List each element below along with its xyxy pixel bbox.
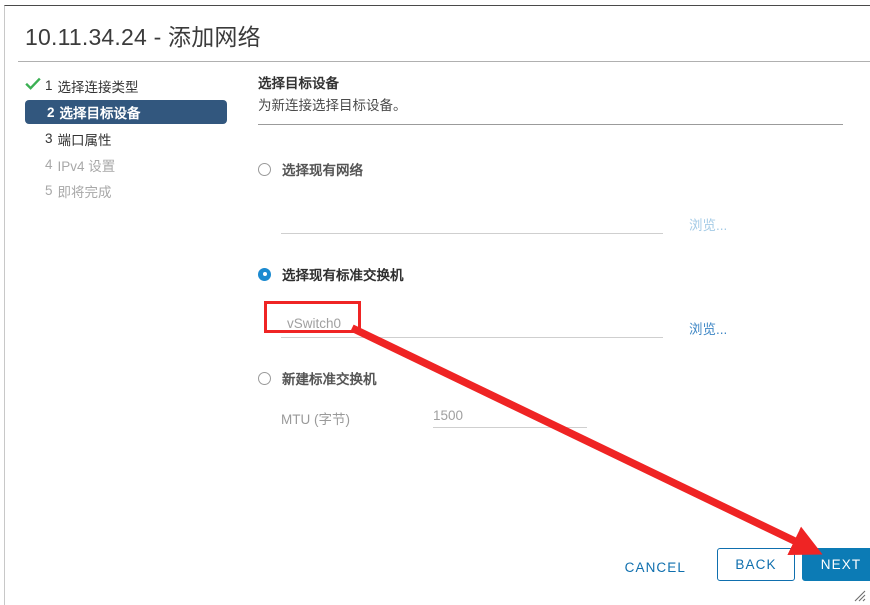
dialog-title-bar: 10.11.34.24 - 添加网络	[25, 22, 725, 56]
standard-switch-input-value[interactable]: vSwitch0	[287, 316, 341, 331]
content-title: 选择目标设备	[258, 76, 339, 91]
step-number: 3	[45, 131, 53, 146]
next-button[interactable]: NEXT	[802, 548, 870, 581]
add-network-dialog: 10.11.34.24 - 添加网络 1 选择连接类型 2 选择目标设备 3 端	[4, 5, 870, 605]
radio-existing-network[interactable]: 选择现有网络	[258, 159, 363, 179]
page-title: 10.11.34.24 - 添加网络	[25, 24, 261, 50]
screenshot-root: 10.11.34.24 - 添加网络 1 选择连接类型 2 选择目标设备 3 端	[0, 0, 870, 605]
step-label: 选择目标设备	[59, 106, 141, 121]
step-label: 端口属性	[57, 132, 112, 148]
mtu-input-underline[interactable]	[433, 427, 587, 428]
step-number: 4	[45, 157, 53, 172]
radio-circle-icon[interactable]	[258, 267, 271, 281]
content-divider	[258, 124, 843, 125]
resize-grip-icon[interactable]	[852, 588, 866, 602]
step-number: 5	[45, 183, 53, 198]
radio-label: 选择现有网络	[282, 163, 363, 178]
existing-network-input-underline[interactable]	[281, 233, 663, 234]
check-icon	[25, 76, 41, 92]
sidebar-step-5: 5 即将完成	[25, 179, 247, 202]
step-number: 2	[47, 104, 55, 120]
title-divider	[18, 61, 870, 62]
radio-new-standard-switch[interactable]: 新建标准交换机	[258, 368, 377, 388]
radio-label: 新建标准交换机	[282, 372, 377, 387]
wizard-step-nav: 1 选择连接类型 2 选择目标设备 3 端口属性 4 IPv4 设置 5 即将完…	[25, 74, 247, 205]
radio-label: 选择现有标准交换机	[282, 268, 404, 283]
sidebar-step-2[interactable]: 2 选择目标设备	[25, 100, 227, 124]
step-label: 即将完成	[57, 184, 112, 200]
radio-circle-icon[interactable]	[258, 371, 271, 385]
sidebar-step-3[interactable]: 3 端口属性	[25, 127, 247, 150]
standard-switch-input-underline[interactable]	[281, 337, 663, 338]
mtu-label: MTU (字节)	[281, 412, 350, 427]
content-header: 选择目标设备 为新连接选择目标设备。	[258, 74, 848, 116]
step-number: 1	[45, 78, 53, 93]
browse-switch-link[interactable]: 浏览...	[689, 318, 727, 338]
radio-existing-standard-switch[interactable]: 选择现有标准交换机	[258, 264, 404, 284]
sidebar-step-4: 4 IPv4 设置	[25, 153, 247, 176]
content-subtitle: 为新连接选择目标设备。	[258, 98, 407, 113]
step-label: 选择连接类型	[57, 79, 139, 95]
sidebar-step-1[interactable]: 1 选择连接类型	[25, 74, 247, 97]
step-label: IPv4 设置	[57, 158, 116, 174]
mtu-input-value[interactable]: 1500	[433, 408, 463, 423]
radio-circle-icon[interactable]	[258, 162, 271, 176]
back-button[interactable]: BACK	[717, 548, 795, 581]
browse-network-link: 浏览...	[689, 218, 728, 233]
dialog-footer: CANCEL BACK NEXT	[5, 543, 870, 588]
cancel-button[interactable]: CANCEL	[615, 551, 696, 584]
